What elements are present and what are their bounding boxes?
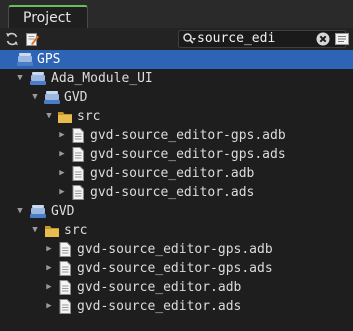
- tree-row-file[interactable]: ▶ gvd-source_editor.adb: [0, 164, 353, 183]
- expand-arrow-icon[interactable]: ▼: [15, 202, 25, 221]
- file-icon: [72, 147, 84, 162]
- collapse-arrow-icon[interactable]: ▶: [44, 259, 54, 278]
- project-icon: [30, 205, 46, 218]
- project-icon: [30, 72, 46, 85]
- expand-arrow-icon[interactable]: ▼: [30, 88, 40, 107]
- tree-label: gvd-source_editor-gps.ads: [77, 261, 273, 276]
- tree-row-project[interactable]: ▼ GVD: [0, 202, 353, 221]
- search-value: source_edi: [197, 31, 276, 46]
- project-tree: GPS ▼ Ada_Module_UI ▼ GVD ▼ src ▶ gvd-so…: [0, 50, 353, 331]
- tree-label: GVD: [64, 90, 88, 105]
- tree-row-file[interactable]: ▶ gvd-source_editor-gps.ads: [0, 259, 353, 278]
- collapse-arrow-icon[interactable]: ▶: [57, 183, 67, 202]
- tree-label: gvd-source_editor.adb: [90, 166, 255, 181]
- tree-row-folder[interactable]: ▼ src: [0, 107, 353, 126]
- tree-label: gvd-source_editor.ads: [90, 185, 255, 200]
- file-icon: [72, 185, 84, 200]
- tree-label: gvd-source_editor.ads: [77, 299, 242, 314]
- tree-row-project[interactable]: ▼ Ada_Module_UI: [0, 69, 353, 88]
- tree-row-file[interactable]: ▶ gvd-source_editor.adb: [0, 278, 353, 297]
- tab-bar: Project: [0, 0, 353, 29]
- tree-row-file[interactable]: ▶ gvd-source_editor-gps.ads: [0, 145, 353, 164]
- tree-row-folder[interactable]: ▼ src: [0, 221, 353, 240]
- tree-row-file[interactable]: ▶ gvd-source_editor-gps.adb: [0, 240, 353, 259]
- expand-arrow-icon[interactable]: ▼: [15, 69, 25, 88]
- file-icon: [59, 261, 71, 276]
- tree-row-file[interactable]: ▶ gvd-source_editor.ads: [0, 183, 353, 202]
- tree-row-file[interactable]: ▶ gvd-source_editor-gps.adb: [0, 126, 353, 145]
- clear-icon[interactable]: [315, 31, 331, 47]
- tree-label: GPS: [37, 52, 61, 67]
- tree-label: gvd-source_editor-gps.ads: [90, 147, 286, 162]
- tree-label: GVD: [51, 204, 75, 219]
- expand-arrow-icon[interactable]: ▼: [44, 107, 54, 126]
- tree-row-project[interactable]: ▼ GVD: [0, 88, 353, 107]
- tree-label: gvd-source_editor-gps.adb: [90, 128, 286, 143]
- expand-arrow-icon[interactable]: ▼: [30, 221, 40, 240]
- file-icon: [59, 242, 71, 257]
- collapse-arrow-icon[interactable]: ▶: [57, 126, 67, 145]
- file-icon: [72, 166, 84, 181]
- collapse-arrow-icon[interactable]: ▶: [44, 278, 54, 297]
- folder-icon: [45, 226, 59, 237]
- collapse-arrow-icon[interactable]: ▶: [57, 164, 67, 183]
- tree-label: gvd-source_editor.adb: [77, 280, 242, 295]
- file-icon: [59, 280, 71, 295]
- file-icon: [72, 128, 84, 143]
- search-icon: [183, 33, 196, 44]
- options-icon[interactable]: [334, 31, 350, 47]
- tab-project-label: Project: [23, 10, 71, 26]
- tab-project[interactable]: Project: [8, 5, 88, 29]
- collapse-arrow-icon[interactable]: ▶: [44, 297, 54, 316]
- tree-label: gvd-source_editor-gps.adb: [77, 242, 273, 257]
- tree-label: src: [77, 109, 101, 124]
- tree-row-gps[interactable]: GPS: [0, 50, 353, 69]
- edit-document-icon[interactable]: [24, 31, 40, 47]
- tree-label: src: [64, 223, 88, 238]
- collapse-arrow-icon[interactable]: ▶: [57, 145, 67, 164]
- tree-row-file[interactable]: ▶ gvd-source_editor.ads: [0, 297, 353, 316]
- folder-icon: [58, 112, 72, 123]
- file-icon: [59, 299, 71, 314]
- tree-label: Ada_Module_UI: [51, 71, 153, 86]
- collapse-arrow-icon[interactable]: ▶: [44, 240, 54, 259]
- project-icon: [44, 91, 60, 104]
- refresh-icon[interactable]: [4, 31, 20, 47]
- project-icon: [17, 53, 33, 66]
